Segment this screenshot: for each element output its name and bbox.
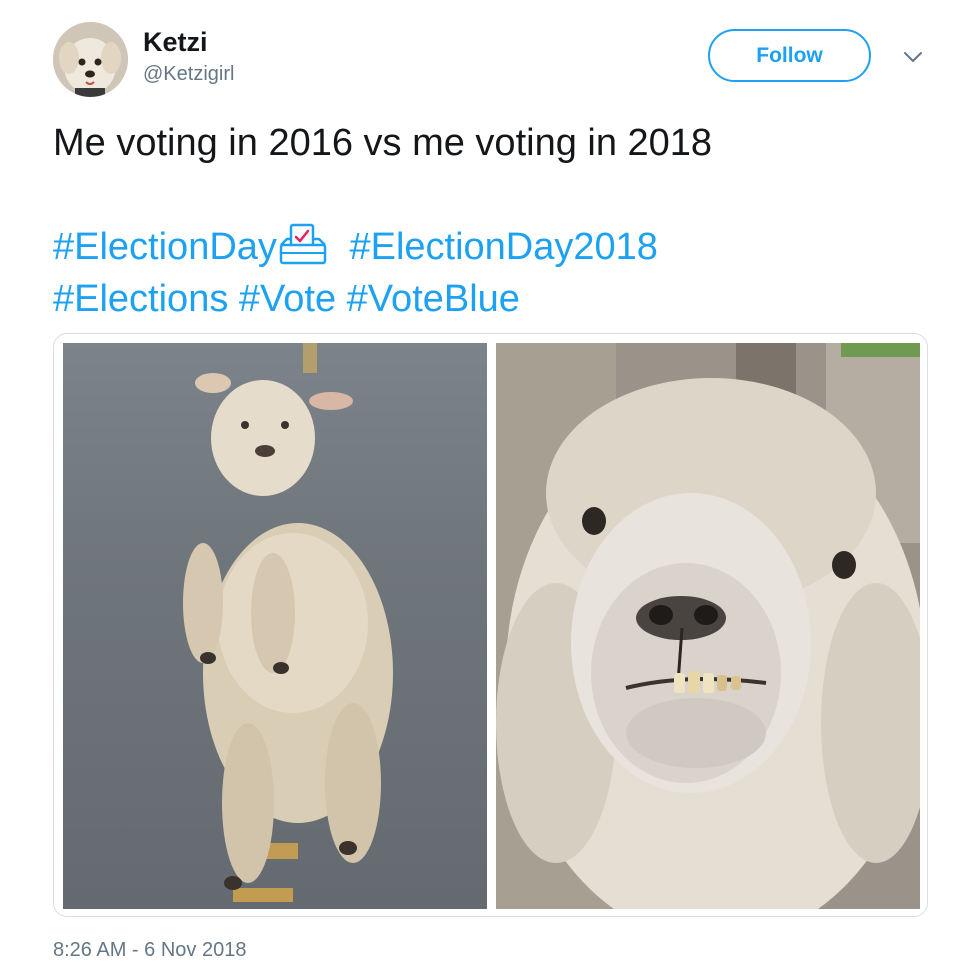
media-container bbox=[53, 333, 928, 917]
hashtag-voteblue[interactable]: #VoteBlue bbox=[347, 278, 520, 320]
hashtag-electionday[interactable]: #ElectionDay bbox=[53, 226, 277, 268]
hashtag-line-1: #ElectionDay #ElectionDay2018 bbox=[53, 221, 933, 273]
display-name[interactable]: Ketzi bbox=[143, 26, 208, 58]
chevron-down-icon[interactable] bbox=[900, 46, 926, 68]
hashtag-elections[interactable]: #Elections bbox=[53, 278, 228, 320]
follow-button[interactable]: Follow bbox=[708, 29, 871, 82]
hashtag-vote[interactable]: #Vote bbox=[239, 278, 336, 320]
user-handle[interactable]: @Ketzigirl bbox=[143, 62, 234, 86]
scruffy-sheep-photo[interactable] bbox=[496, 343, 920, 909]
tweet-text: Me voting in 2016 vs me voting in 2018 #… bbox=[53, 117, 933, 325]
hashtag-line-2: #Elections #Vote #VoteBlue bbox=[53, 273, 933, 325]
avatar[interactable] bbox=[53, 22, 128, 97]
dog-avatar-icon bbox=[53, 22, 128, 97]
tweet-line: Me voting in 2016 vs me voting in 2018 bbox=[53, 122, 713, 164]
ballot-box-icon bbox=[277, 223, 333, 267]
tweet-timestamp[interactable]: 8:26 AM - 6 Nov 2018 bbox=[53, 937, 246, 963]
hashtag-electionday2018[interactable]: #ElectionDay2018 bbox=[349, 226, 657, 268]
leaping-lamb-photo[interactable] bbox=[63, 343, 487, 909]
